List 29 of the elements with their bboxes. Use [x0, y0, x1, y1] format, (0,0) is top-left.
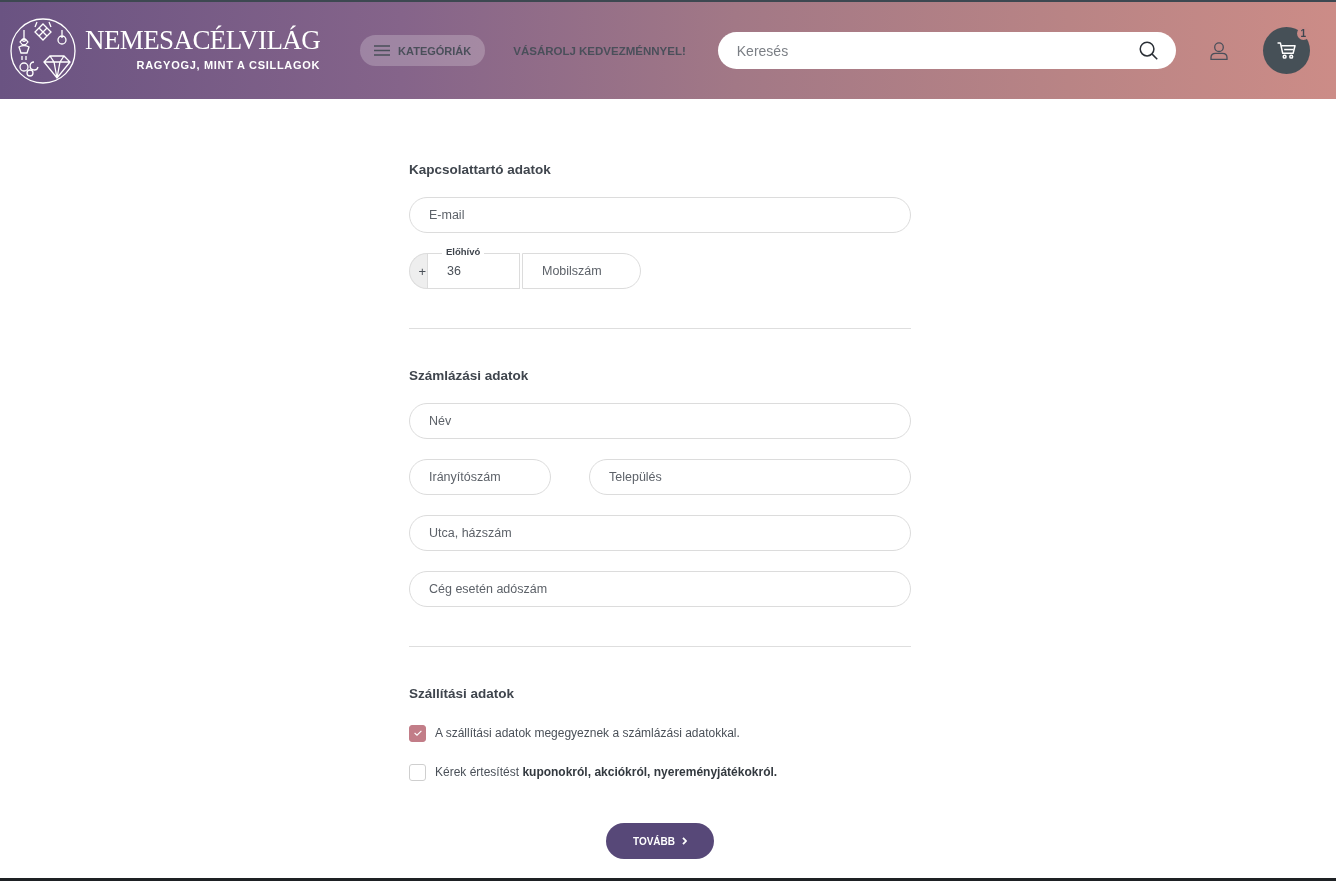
phone-number-field[interactable]: Mobilszám — [522, 253, 641, 289]
text-field[interactable]: Település — [589, 459, 911, 495]
logo-tagline: RAGYOGJ, MINT A CSILLAGOK — [136, 58, 321, 71]
text-field[interactable]: Irányítószám — [409, 459, 551, 495]
section-title: Szállítási adatok — [409, 685, 516, 703]
user-icon[interactable] — [1209, 41, 1228, 60]
search-field[interactable]: Keresés — [717, 32, 1176, 69]
menu-icon — [374, 45, 391, 56]
prefix-addon: + — [409, 253, 427, 289]
jewelry-emblem-icon — [10, 17, 76, 84]
checkbox[interactable] — [409, 724, 426, 742]
text-field[interactable]: Cég esetén adószám — [409, 571, 911, 607]
checkbox-label: A szállítási adatok megegyeznek a számlázási adatokkal. — [435, 726, 740, 740]
text-field[interactable]: Utca, házszám — [409, 515, 911, 551]
field-label: Előhívó — [442, 246, 485, 258]
cart-count-badge: 1 — [1296, 27, 1310, 40]
checkbox-label: Kérek értesítést kuponokról, akciókról, nyereményjátékokról. — [435, 765, 778, 779]
next-button[interactable]: TOVÁBB — [606, 823, 714, 859]
text-field[interactable]: E-mail — [409, 197, 911, 233]
text-field[interactable]: Név — [409, 403, 911, 439]
section-title: Kapcsolattartó adatok — [409, 161, 552, 179]
cart-icon — [1276, 42, 1296, 59]
cart-button[interactable]: 1 — [1262, 27, 1310, 74]
logo-wordmark[interactable]: NEMESACÉLVILÁG — [85, 24, 321, 55]
section-title: Számlázási adatok — [409, 367, 530, 385]
checkbox[interactable] — [409, 763, 426, 781]
chevron-right-icon — [682, 837, 687, 845]
search-icon[interactable] — [1138, 41, 1158, 60]
checkmark-icon — [413, 730, 422, 736]
